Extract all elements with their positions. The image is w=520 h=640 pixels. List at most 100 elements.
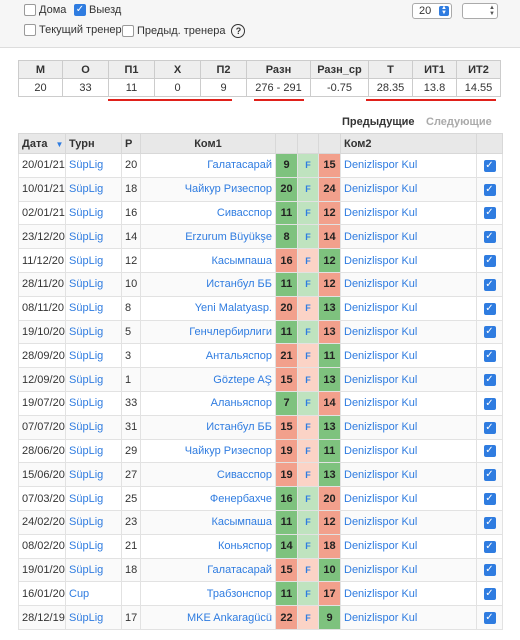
team1-link[interactable]: Истанбул ББ	[140, 271, 276, 297]
team2-link[interactable]: Denizlispor Kul	[340, 533, 477, 559]
away-checkbox-option[interactable]: Выезд	[74, 4, 121, 16]
team1-link[interactable]: Касымпаша	[140, 509, 276, 535]
team1-link[interactable]: Генчлербирлиги	[140, 319, 276, 345]
row-select[interactable]	[476, 319, 503, 345]
row-checkbox[interactable]	[483, 255, 496, 268]
team1-link[interactable]: Трабзонспор	[140, 581, 276, 607]
tournament-link[interactable]: SüpLig	[65, 248, 122, 273]
table-row[interactable]: 11/12/20 SüpLig 12 Касымпаша 16 F 12 Denizlispo…	[18, 248, 503, 273]
row-checkbox[interactable]	[483, 588, 496, 601]
team2-link[interactable]: Denizlispor Kul	[340, 509, 477, 535]
row-checkbox[interactable]	[483, 445, 496, 458]
team2-link[interactable]: Denizlispor Kul	[340, 605, 477, 630]
row-select[interactable]	[476, 557, 503, 583]
team2-link[interactable]: Denizlispor Kul	[340, 248, 477, 273]
row-select[interactable]	[476, 200, 503, 226]
table-row[interactable]: 24/02/20 SüpLig 23 Касымпаша 11 F 12 Denizlispo…	[18, 509, 503, 535]
date-column-header[interactable]: Дата ▼	[18, 133, 66, 154]
table-row[interactable]: 02/01/21 SüpLig 16 Сивасспор 11 F 12 Denizlispo…	[18, 200, 503, 226]
tournament-link[interactable]: Cup	[65, 581, 122, 607]
team2-link[interactable]: Denizlispor Kul	[340, 153, 477, 178]
team1-link[interactable]: Коньяспор	[140, 533, 276, 559]
row-checkbox[interactable]	[483, 326, 496, 339]
spinner-icon[interactable]: ▲ ▼	[489, 5, 495, 17]
home-checkbox-option[interactable]: Дома	[24, 4, 66, 16]
team1-link[interactable]: Чайкур Ризеспор	[140, 176, 276, 202]
row-select[interactable]	[476, 509, 503, 535]
team1-link[interactable]: Галатасарай	[140, 557, 276, 583]
row-checkbox[interactable]	[483, 374, 496, 387]
tournament-link[interactable]: SüpLig	[65, 605, 122, 630]
row-select[interactable]	[476, 295, 503, 321]
round-column-header[interactable]: Р	[121, 133, 141, 154]
row-checkbox[interactable]	[483, 159, 496, 172]
table-row[interactable]: 19/01/20 SüpLig 18 Галатасарай 15 F 10 Denizlis…	[18, 557, 503, 583]
prev-coach-option[interactable]: Предыд. тренера ?	[122, 24, 246, 38]
row-checkbox[interactable]	[483, 183, 496, 196]
current-coach-checkbox[interactable]	[24, 24, 36, 36]
row-checkbox[interactable]	[483, 469, 496, 482]
team1-link[interactable]: Антальяспор	[140, 343, 276, 369]
table-row[interactable]: 28/06/20 SüpLig 29 Чайкур Ризеспор 19 F 11 Deni…	[18, 438, 503, 464]
team1-link[interactable]: Касымпаша	[140, 248, 276, 273]
team1-link[interactable]: MKE Ankaragücü	[140, 605, 276, 630]
row-checkbox[interactable]	[483, 231, 496, 244]
tournament-link[interactable]: SüpLig	[65, 367, 122, 392]
team2-link[interactable]: Denizlispor Kul	[340, 319, 477, 345]
tournament-link[interactable]: SüpLig	[65, 224, 122, 250]
row-select[interactable]	[476, 367, 503, 392]
table-row[interactable]: 28/09/20 SüpLig 3 Антальяспор 21 F 11 Denizlisp…	[18, 343, 503, 369]
table-row[interactable]: 16/01/20 Cup Трабзонспор 11 F 17 Denizlispor K…	[18, 581, 503, 607]
row-select[interactable]	[476, 271, 503, 297]
tournament-link[interactable]: SüpLig	[65, 438, 122, 464]
row-select[interactable]	[476, 605, 503, 630]
team1-column-header[interactable]: Ком1	[140, 133, 276, 154]
table-row[interactable]: 28/11/20 SüpLig 10 Истанбул ББ 11 F 12 Denizlis…	[18, 271, 503, 297]
team2-link[interactable]: Denizlispor Kul	[340, 200, 477, 226]
turn-column-header[interactable]: Турн	[65, 133, 122, 154]
count-select[interactable]: 20 ▲ ▼	[412, 3, 452, 19]
row-checkbox[interactable]	[483, 564, 496, 577]
tournament-link[interactable]: SüpLig	[65, 200, 122, 226]
team1-link[interactable]: Göztepe AŞ	[140, 367, 276, 392]
team1-link[interactable]: Галатасарай	[140, 153, 276, 178]
team2-link[interactable]: Denizlispor Kul	[340, 390, 477, 416]
tournament-link[interactable]: SüpLig	[65, 319, 122, 345]
number-input[interactable]: ▲ ▼	[462, 3, 498, 19]
row-checkbox[interactable]	[483, 278, 496, 291]
team1-link[interactable]: Аланьяспор	[140, 390, 276, 416]
team2-link[interactable]: Denizlispor Kul	[340, 343, 477, 369]
row-checkbox[interactable]	[483, 397, 496, 410]
team2-link[interactable]: Denizlispor Kul	[340, 486, 477, 511]
table-row[interactable]: 23/12/20 SüpLig 14 Erzurum Büyükşe 8 F 14 Deniz…	[18, 224, 503, 250]
next-link[interactable]: Следующие	[426, 116, 492, 128]
team2-link[interactable]: Denizlispor Kul	[340, 438, 477, 464]
row-select[interactable]	[476, 176, 503, 202]
table-row[interactable]: 19/10/20 SüpLig 5 Генчлербирлиги 11 F 13 Denizl…	[18, 319, 503, 345]
team1-link[interactable]: Erzurum Büyükşe	[140, 224, 276, 250]
team1-link[interactable]: Фенербахче	[140, 486, 276, 511]
row-select[interactable]	[476, 533, 503, 559]
table-row[interactable]: 19/07/20 SüpLig 33 Аланьяспор 7 F 14 Denizlispo…	[18, 390, 503, 416]
table-row[interactable]: 08/02/20 SüpLig 21 Коньяспор 14 F 18 Denizlispo…	[18, 533, 503, 559]
team1-link[interactable]: Сивасспор	[140, 200, 276, 226]
row-select[interactable]	[476, 581, 503, 607]
row-select[interactable]	[476, 343, 503, 369]
row-select[interactable]	[476, 390, 503, 416]
tournament-link[interactable]: SüpLig	[65, 557, 122, 583]
table-row[interactable]: 20/01/21 SüpLig 20 Галатасарай 9 F 15 Denizlisp…	[18, 153, 503, 178]
team1-link[interactable]: Чайкур Ризеспор	[140, 438, 276, 464]
row-checkbox[interactable]	[483, 493, 496, 506]
row-select[interactable]	[476, 438, 503, 464]
tournament-link[interactable]: SüpLig	[65, 486, 122, 511]
team2-link[interactable]: Denizlispor Kul	[340, 557, 477, 583]
table-row[interactable]: 10/01/21 SüpLig 18 Чайкур Ризеспор 20 F 24 Deni…	[18, 176, 503, 202]
team2-link[interactable]: Denizlispor Kul	[340, 462, 477, 488]
row-checkbox[interactable]	[483, 612, 496, 625]
tournament-link[interactable]: SüpLig	[65, 509, 122, 535]
row-checkbox[interactable]	[483, 421, 496, 434]
table-row[interactable]: 15/06/20 SüpLig 27 Сивасспор 19 F 13 Denizlispo…	[18, 462, 503, 488]
team2-link[interactable]: Denizlispor Kul	[340, 581, 477, 607]
team2-link[interactable]: Denizlispor Kul	[340, 414, 477, 440]
team1-link[interactable]: Yeni Malatyasp.	[140, 295, 276, 321]
